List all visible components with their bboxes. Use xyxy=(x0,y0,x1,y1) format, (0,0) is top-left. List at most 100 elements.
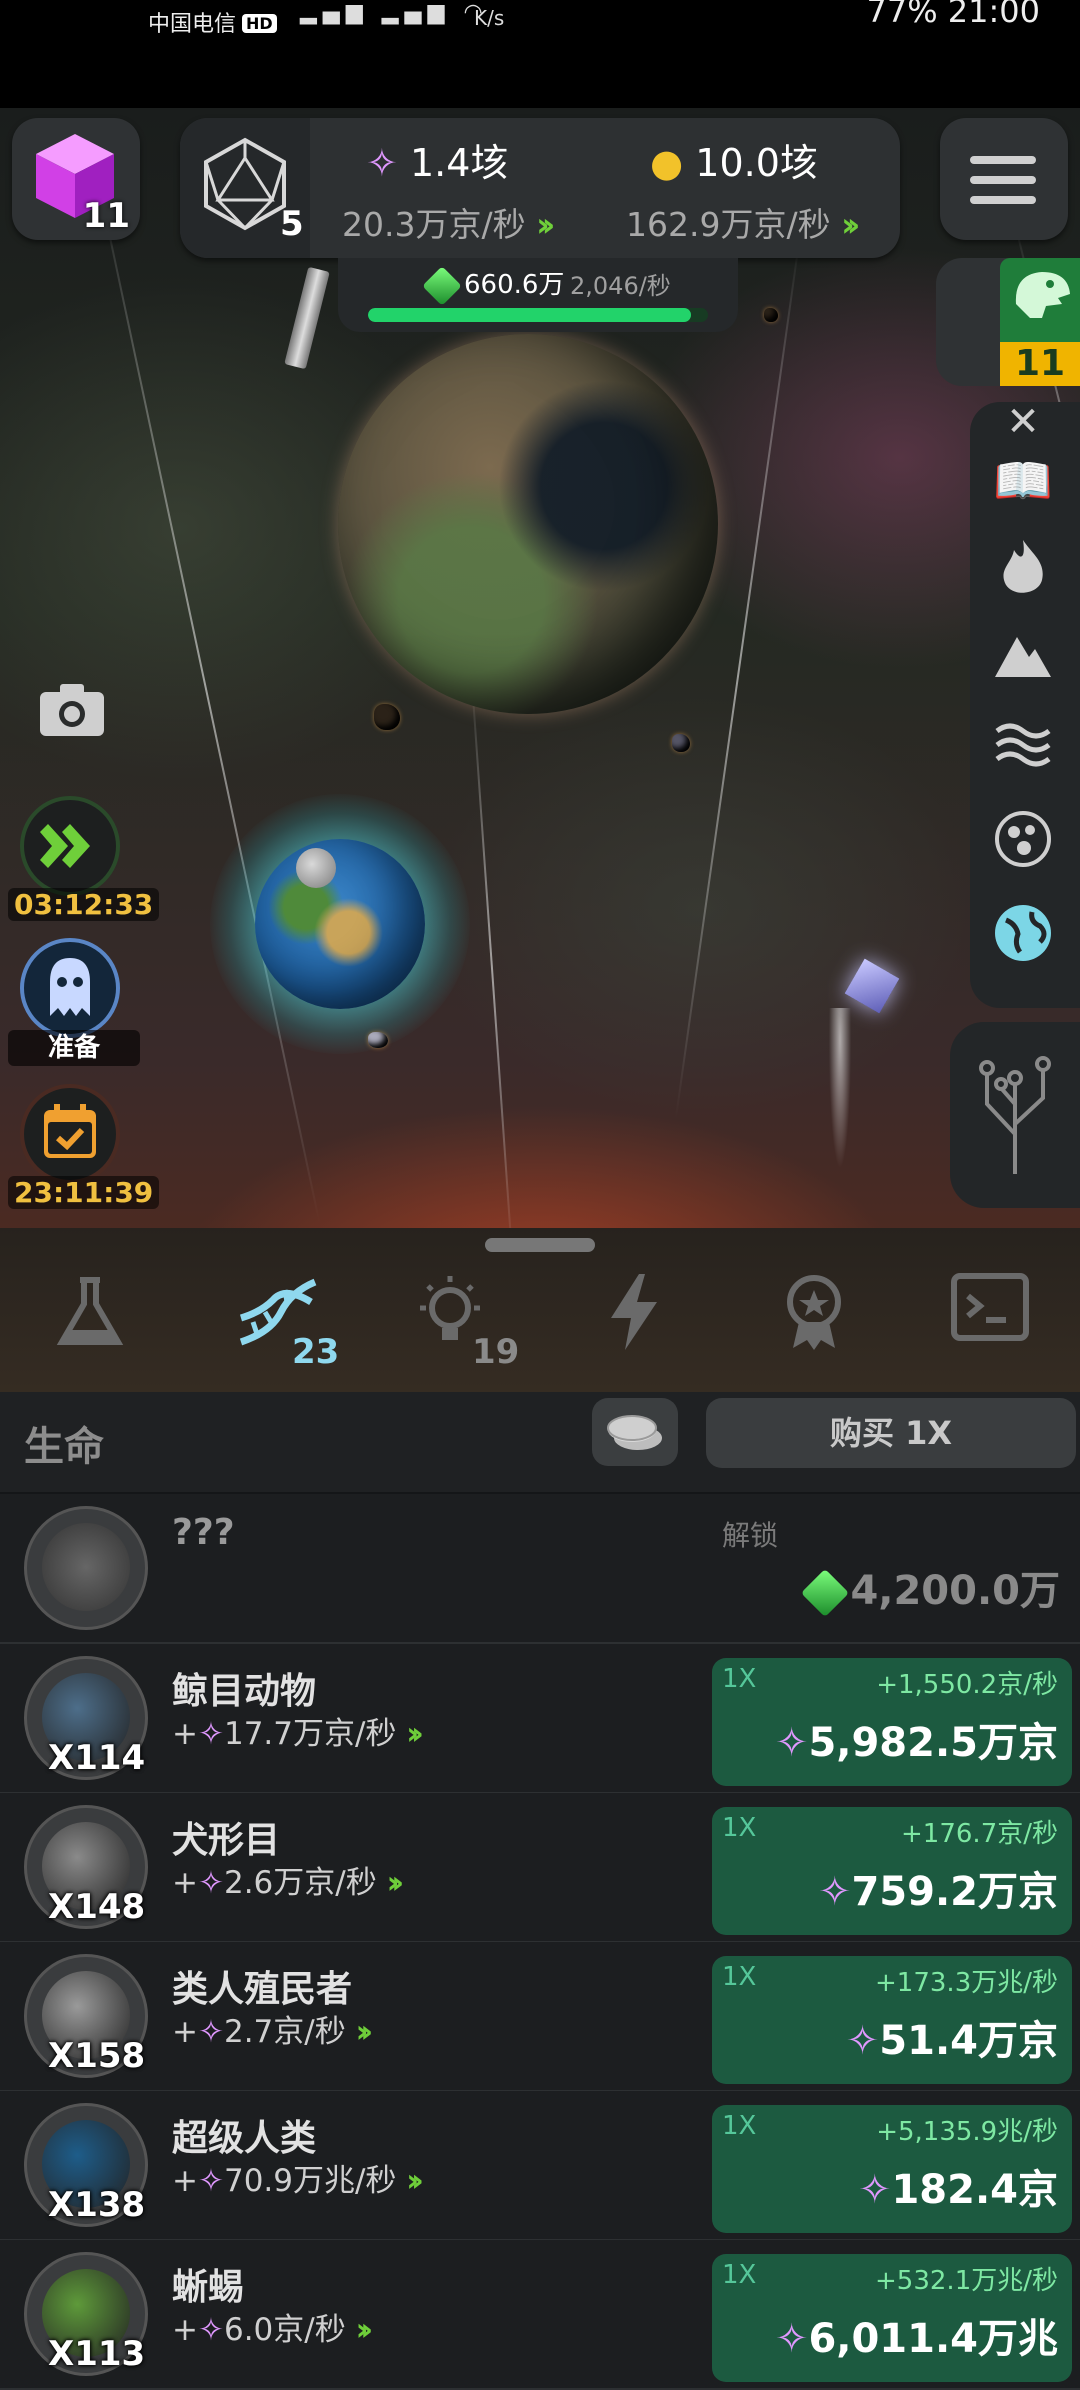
buy-multiplier-button[interactable]: 购买 1X xyxy=(706,1398,1076,1468)
buy-multiplier: 1X xyxy=(722,1813,757,1843)
buy-button[interactable]: 1X +1,550.2京/秒 ✧5,982.5万京 xyxy=(712,1658,1072,1786)
gem-panel: 660.6万 2,046/秒 xyxy=(338,258,738,332)
boost-chevron-icon: ›› xyxy=(406,1716,423,1752)
buy-gain: +5,135.9兆/秒 xyxy=(876,2117,1058,2147)
tree-icon xyxy=(979,1056,1051,1174)
species-rate: 6.0京/秒 xyxy=(223,2312,346,2348)
ghost-ready-label: 准备 xyxy=(8,1030,140,1066)
cells-icon[interactable] xyxy=(988,810,1058,880)
dna-badge: 23 xyxy=(292,1332,340,1372)
ghost-button[interactable] xyxy=(20,938,120,1038)
list-header: 生命 购买 1X xyxy=(0,1392,1080,1492)
boost-chevron-icon: ›› xyxy=(536,205,555,244)
resource2-value: 10.0垓 xyxy=(695,141,818,185)
owned-count: X114 xyxy=(48,1738,146,1778)
energy-icon: ✧ xyxy=(197,2312,224,2348)
mountain-icon[interactable] xyxy=(988,628,1058,698)
signal-icon: ▂▄▆ ▂▄▆ ◠ xyxy=(300,0,489,25)
buy-button[interactable]: 1X +532.1万兆/秒 ✧6,011.4万兆 xyxy=(712,2254,1072,2382)
list-item: X158 类人殖民者 +✧2.7京/秒 ›› 1X +173.3万兆/秒 ✧51.4万京 xyxy=(0,1942,1080,2092)
coins-button[interactable] xyxy=(592,1398,678,1466)
space-station xyxy=(284,266,330,370)
resource-panel[interactable]: 5 ✧ 1.4垓 20.3万京/秒 ›› ● 10.0垓 162.9万京/秒 ›… xyxy=(180,118,900,258)
buy-cost: 759.2万京 xyxy=(851,1869,1058,1915)
battery-clock: 77% 21:00 xyxy=(866,0,1040,30)
buy-gain: +532.1万兆/秒 xyxy=(875,2266,1058,2296)
fast-forward-icon xyxy=(40,824,90,868)
buy-cost: 51.4万京 xyxy=(879,2018,1058,2064)
buy-button[interactable]: 1X +173.3万兆/秒 ✧51.4万京 xyxy=(712,1956,1072,2084)
hd-badge: HD xyxy=(242,14,277,33)
boost-chevron-icon: ›› xyxy=(355,2312,373,2348)
resource1-rate: 20.3万京/秒 xyxy=(342,205,526,244)
buy-button[interactable]: 1X +5,135.9兆/秒 ✧182.4京 xyxy=(712,2105,1072,2233)
status-bar: 中国电信 HD ▂▄▆ ▂▄▆ ◠ K/s 77% 21:00 xyxy=(0,0,1080,108)
dinosaur-button[interactable]: 11 xyxy=(936,258,1080,386)
resource2-rate: 162.9万京/秒 xyxy=(626,205,831,244)
calendar-button[interactable] xyxy=(20,1084,120,1184)
dinosaur-icon xyxy=(1015,272,1070,318)
owned-count: X138 xyxy=(48,2185,146,2225)
boost-chevron-icon: ›› xyxy=(841,205,860,244)
calendar-icon xyxy=(44,1104,96,1158)
globe-icon[interactable] xyxy=(988,902,1058,972)
boost-timer: 03:12:33 xyxy=(8,888,160,921)
book-icon[interactable]: 📖 xyxy=(988,446,1058,516)
satellite[interactable] xyxy=(368,1032,388,1048)
tab-terminal[interactable] xyxy=(940,1272,1040,1372)
lightning-icon xyxy=(611,1274,657,1350)
buy-button[interactable]: 1X +176.7京/秒 ✧759.2万京 xyxy=(712,1807,1072,1935)
water-icon[interactable] xyxy=(988,718,1058,788)
tab-science[interactable] xyxy=(40,1272,140,1372)
asteroid[interactable] xyxy=(764,308,778,322)
cube-count: 11 xyxy=(82,196,130,236)
owned-count: X148 xyxy=(48,1887,146,1927)
buy-multiplier: 1X xyxy=(722,1664,757,1694)
gem-value: 660.6万 xyxy=(464,270,565,300)
section-title: 生命 xyxy=(24,1424,104,1470)
cube-button[interactable]: 11 xyxy=(12,118,140,240)
list-item: X138 超级人类 +✧70.9万兆/秒 ›› 1X +5,135.9兆/秒 ✧182.4… xyxy=(0,2091,1080,2241)
buy-cost: 5,982.5万京 xyxy=(808,1720,1058,1766)
earth-planet[interactable] xyxy=(255,839,425,1009)
gem-progress-bar xyxy=(368,308,708,322)
asteroid[interactable] xyxy=(374,704,400,730)
gem-rate: 2,046/秒 xyxy=(570,272,671,300)
menu-icon xyxy=(970,156,1036,164)
unlock-cost: 4,200.0万 xyxy=(850,1568,1060,1614)
camera-icon xyxy=(40,684,104,736)
coins-icon xyxy=(607,1415,662,1450)
fire-icon[interactable] xyxy=(988,538,1058,608)
boost-chevron-icon: ›› xyxy=(406,2163,423,2199)
ghost-icon xyxy=(50,958,90,1016)
menu-button[interactable] xyxy=(940,118,1068,240)
species-name: 犬形目 xyxy=(172,1820,281,1861)
tool-column: ✕ 📖 xyxy=(970,402,1080,1008)
gem-progress-fill xyxy=(368,308,691,322)
resource1-value: 1.4垓 xyxy=(409,141,509,185)
species-name: 鲸目动物 xyxy=(172,1671,317,1712)
owned-count: X158 xyxy=(48,2036,146,2076)
dinosaur-count: 11 xyxy=(1000,342,1080,386)
moon xyxy=(296,848,336,888)
crystal-comet[interactable] xyxy=(844,958,900,1014)
species-name: 超级人类 xyxy=(172,2118,317,2159)
category-tab-bar: 23 19 xyxy=(0,1228,1080,1392)
drag-handle[interactable] xyxy=(485,1238,595,1252)
tab-power[interactable] xyxy=(584,1272,684,1372)
tab-achievements[interactable] xyxy=(764,1272,864,1372)
energy-icon: ✧ xyxy=(197,1716,224,1752)
boost-button[interactable] xyxy=(20,796,120,896)
asteroid[interactable] xyxy=(672,734,690,752)
tech-tree-button[interactable] xyxy=(950,1022,1080,1208)
buy-multiplier: 1X xyxy=(722,2260,757,2290)
dice-button[interactable]: 5 xyxy=(180,118,310,258)
camera-button[interactable] xyxy=(38,682,106,738)
buy-gain: +173.3万兆/秒 xyxy=(875,1968,1058,1998)
lightbulb-icon: ● xyxy=(650,141,684,185)
buy-gain: +1,550.2京/秒 xyxy=(876,1670,1058,1700)
species-name: 蜥蜴 xyxy=(172,2267,245,2308)
d20-icon xyxy=(204,137,286,231)
species-rate: 2.6万京/秒 xyxy=(223,1865,377,1901)
planet[interactable] xyxy=(338,334,718,714)
